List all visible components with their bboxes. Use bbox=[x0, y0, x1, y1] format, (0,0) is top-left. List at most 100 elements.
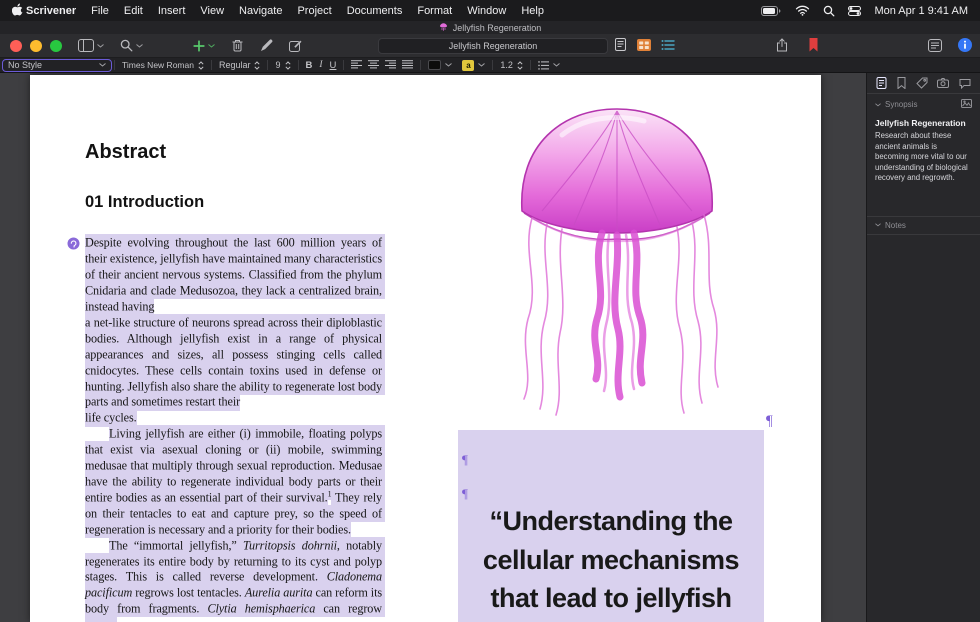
style-value: No Style bbox=[8, 60, 42, 70]
pull-quote-block[interactable]: ¶ ¶ “Understanding the cellular mechanis… bbox=[458, 430, 764, 622]
bookmarks-tab-icon[interactable] bbox=[897, 77, 906, 89]
synopsis-title[interactable]: Jellyfish Regeneration bbox=[867, 113, 980, 130]
menu-item-project[interactable]: Project bbox=[297, 5, 331, 17]
divider bbox=[298, 60, 299, 70]
document-title-field[interactable]: Jellyfish Regeneration bbox=[378, 38, 608, 54]
paragraph[interactable]: Living jellyfish are either (i) immobile… bbox=[85, 427, 382, 538]
text-run: regrows lost tentacles. bbox=[132, 584, 245, 601]
outline-view-button[interactable] bbox=[661, 39, 675, 51]
editor-area[interactable]: Abstract 01 Introduction Despite evolvin… bbox=[0, 73, 866, 622]
menu-items: Scrivener File Edit Insert View Navigate Proje… bbox=[26, 5, 544, 17]
content-area: Abstract 01 Introduction Despite evolvin… bbox=[0, 73, 980, 622]
body-text[interactable]: Despite evolving throughout the last 600… bbox=[85, 236, 382, 622]
jellyfish-illustration[interactable] bbox=[452, 93, 782, 443]
share-button[interactable] bbox=[776, 38, 788, 52]
divider bbox=[492, 60, 493, 70]
trash-button[interactable] bbox=[231, 39, 244, 52]
chevron-down-icon bbox=[875, 103, 881, 107]
bookmark-button[interactable] bbox=[808, 38, 819, 52]
paragraph[interactable]: The “immortal jellyfish,” Turritopsis do… bbox=[85, 538, 382, 622]
wifi-icon[interactable] bbox=[795, 5, 810, 16]
synopsis-image-icon[interactable] bbox=[961, 99, 972, 110]
align-right-button[interactable] bbox=[385, 60, 396, 71]
divider bbox=[530, 60, 531, 70]
highlight-color-button[interactable]: a bbox=[457, 59, 490, 72]
minimize-window-button[interactable] bbox=[30, 40, 42, 52]
notes-section-header[interactable]: Notes bbox=[867, 216, 980, 235]
pilcrow-mark: ¶ bbox=[462, 452, 468, 468]
align-left-button[interactable] bbox=[351, 60, 362, 71]
menu-item-insert[interactable]: Insert bbox=[158, 5, 186, 17]
document-proxy-icon bbox=[439, 22, 448, 33]
notes-section-label: Notes bbox=[885, 221, 906, 230]
font-value: Times New Roman bbox=[122, 60, 194, 70]
paragraph-style-select[interactable]: No Style bbox=[2, 59, 112, 72]
apple-menu-icon[interactable] bbox=[12, 2, 24, 19]
menu-item-window[interactable]: Window bbox=[467, 5, 506, 17]
text-run: Despite evolving throughout the last 600… bbox=[85, 234, 385, 426]
menu-item-format[interactable]: Format bbox=[417, 5, 452, 17]
paragraph[interactable]: Despite evolving throughout the last 600… bbox=[85, 236, 382, 427]
divider bbox=[267, 60, 268, 70]
line-spacing-select[interactable]: 1.2 bbox=[495, 59, 528, 72]
search-button[interactable] bbox=[120, 39, 143, 52]
bold-button[interactable]: B bbox=[306, 60, 313, 71]
pull-quote-text[interactable]: “Understanding the cellular mechanisms t… bbox=[458, 502, 764, 618]
notes-tab-icon[interactable] bbox=[876, 77, 887, 89]
spotlight-search-icon[interactable] bbox=[823, 5, 835, 17]
battery-icon[interactable] bbox=[761, 6, 782, 16]
list-style-select[interactable] bbox=[533, 59, 565, 72]
text-color-swatch bbox=[428, 60, 441, 70]
pen-button[interactable] bbox=[260, 39, 273, 52]
underline-button[interactable]: U bbox=[330, 60, 337, 71]
menu-clock[interactable]: Mon Apr 1 9:41 AM bbox=[874, 5, 968, 17]
quick-reference-button[interactable] bbox=[928, 39, 942, 52]
divider bbox=[420, 60, 421, 70]
inspector-tabs bbox=[867, 73, 980, 94]
document-page[interactable]: Abstract 01 Introduction Despite evolvin… bbox=[30, 75, 821, 622]
corkboard-view-button[interactable] bbox=[637, 39, 651, 51]
italic-button[interactable]: I bbox=[319, 60, 322, 70]
font-family-select[interactable]: Times New Roman bbox=[117, 59, 209, 72]
menu-item-navigate[interactable]: Navigate bbox=[239, 5, 282, 17]
menu-item-edit[interactable]: Edit bbox=[124, 5, 143, 17]
text-color-button[interactable] bbox=[423, 59, 457, 72]
menu-item-scrivener[interactable]: Scrivener bbox=[26, 5, 76, 17]
spacing-value: 1.2 bbox=[500, 60, 513, 70]
toggle-binder-button[interactable] bbox=[78, 39, 104, 52]
heading-abstract[interactable]: Abstract bbox=[85, 141, 166, 164]
synopsis-text[interactable]: Research about these ancient animals is … bbox=[867, 130, 980, 190]
size-value: 9 bbox=[275, 60, 280, 70]
control-center-icon[interactable] bbox=[848, 6, 861, 16]
text-run: Turritopsis dohrnii bbox=[243, 537, 337, 554]
divider bbox=[343, 60, 344, 70]
weight-value: Regular bbox=[219, 60, 251, 70]
menu-item-file[interactable]: File bbox=[91, 5, 109, 17]
inspector-info-button[interactable] bbox=[958, 38, 972, 52]
align-justify-button[interactable] bbox=[402, 60, 413, 71]
compose-button[interactable] bbox=[289, 39, 302, 52]
font-weight-select[interactable]: Regular bbox=[214, 59, 266, 72]
comments-tab-icon[interactable] bbox=[959, 78, 971, 89]
comment-anchor-icon[interactable] bbox=[67, 237, 80, 255]
metadata-tag-tab-icon[interactable] bbox=[916, 77, 928, 89]
menu-bar: Scrivener File Edit Insert View Navigate Proje… bbox=[0, 0, 980, 21]
menu-item-documents[interactable]: Documents bbox=[347, 5, 403, 17]
menu-item-view[interactable]: View bbox=[200, 5, 224, 17]
menu-item-help[interactable]: Help bbox=[521, 5, 544, 17]
synopsis-section-header[interactable]: Synopsis bbox=[867, 94, 980, 113]
pilcrow-mark: ¶ bbox=[766, 413, 773, 430]
font-size-select[interactable]: 9 bbox=[270, 59, 295, 72]
text-run: Clytia hemisphaerica bbox=[207, 600, 315, 617]
snapshots-camera-tab-icon[interactable] bbox=[937, 78, 949, 88]
align-center-button[interactable] bbox=[368, 60, 379, 71]
close-window-button[interactable] bbox=[10, 40, 22, 52]
inspector-panel: Synopsis Jellyfish Regeneration Research… bbox=[866, 73, 980, 622]
synopsis-section-label: Synopsis bbox=[885, 100, 917, 109]
heading-introduction[interactable]: 01 Introduction bbox=[85, 193, 204, 212]
traffic-lights bbox=[10, 40, 62, 52]
document-view-button[interactable] bbox=[614, 38, 627, 51]
add-item-button[interactable] bbox=[193, 40, 215, 52]
zoom-window-button[interactable] bbox=[50, 40, 62, 52]
app-toolbar: Jellyfish Regeneration bbox=[0, 34, 980, 58]
